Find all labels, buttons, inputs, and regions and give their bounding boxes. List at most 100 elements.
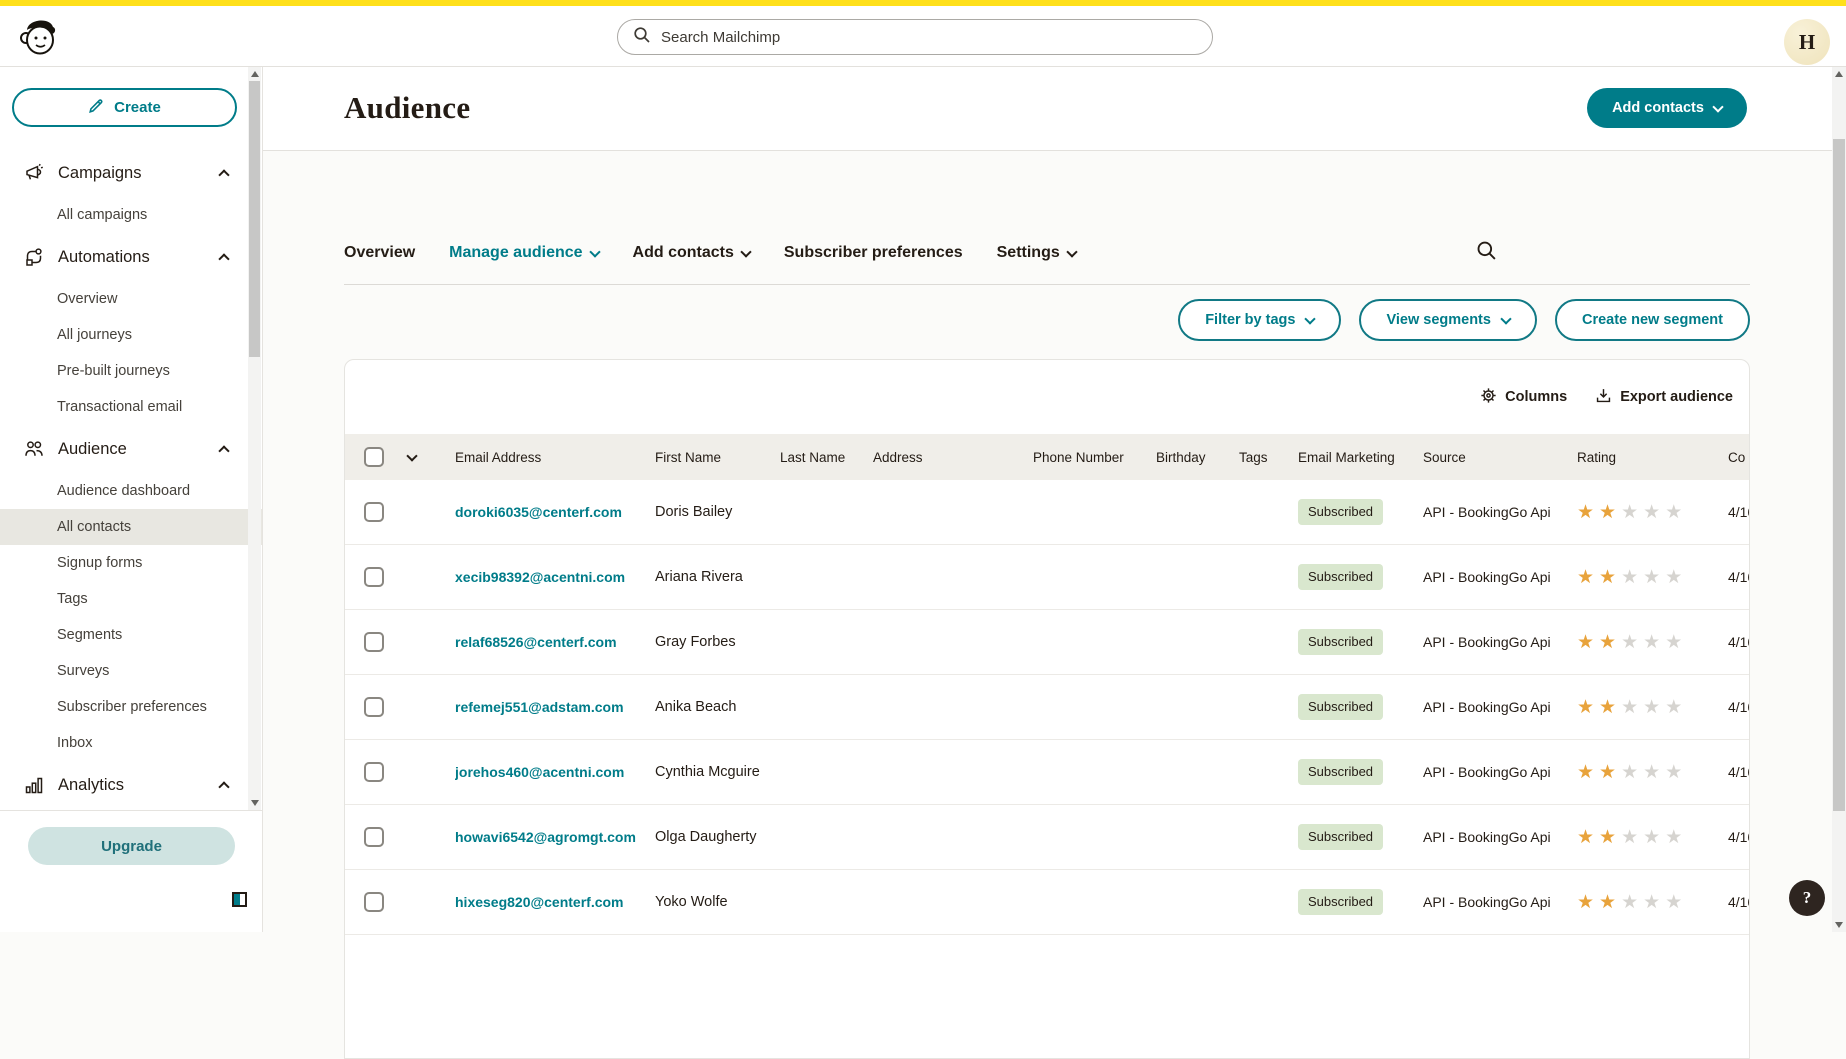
star-empty-icon: ★ [1621, 762, 1643, 783]
row-checkbox[interactable] [364, 827, 384, 847]
sidebar-subitem-label: Segments [57, 627, 122, 643]
row-checkbox[interactable] [364, 762, 384, 782]
sidebar-subitem-label: Signup forms [57, 555, 142, 571]
table-row[interactable]: jorehos460@acentni.com Cynthia Mcguire S… [345, 740, 1749, 805]
email-link[interactable]: doroki6035@centerf.com [455, 504, 622, 520]
column-header[interactable]: Email Marketing [1298, 450, 1423, 465]
filter-button[interactable]: Create new segment [1555, 299, 1750, 341]
upgrade-button[interactable]: Upgrade [28, 827, 235, 865]
sidebar-subitem[interactable]: All journeys [0, 317, 262, 353]
scroll-down-arrow[interactable] [248, 797, 261, 809]
email-link[interactable]: xecib98392@acentni.com [455, 569, 625, 585]
sidebar-item-campaigns[interactable]: Campaigns [0, 149, 262, 197]
row-checkbox[interactable] [364, 567, 384, 587]
table-row[interactable]: howavi6542@agromgt.com Olga Daugherty Su… [345, 805, 1749, 870]
sidebar-subitem[interactable]: All contacts [0, 509, 262, 545]
export-audience-button[interactable]: Export audience [1595, 387, 1733, 408]
filter-button[interactable]: Filter by tags [1178, 299, 1341, 341]
scroll-up-arrow[interactable] [1832, 68, 1846, 80]
sidebar-subitem-label: Pre-built journeys [57, 363, 170, 379]
email-link[interactable]: hixeseg820@centerf.com [455, 894, 624, 910]
sidebar-item-analytics[interactable]: Analytics [0, 761, 262, 809]
column-header[interactable]: Rating [1577, 450, 1728, 465]
tab[interactable]: Settings [997, 244, 1076, 262]
tab[interactable]: Overview [344, 244, 415, 262]
sidebar-subitem-label: All contacts [57, 519, 131, 535]
table-row[interactable]: refemej551@adstam.com Anika Beach Subscr… [345, 675, 1749, 740]
column-header[interactable]: Email Address [455, 450, 655, 465]
row-checkbox[interactable] [364, 632, 384, 652]
star-filled-icon: ★ [1577, 762, 1599, 783]
row-checkbox[interactable] [364, 502, 384, 522]
column-header[interactable]: Birthday [1156, 450, 1239, 465]
table-row[interactable]: doroki6035@centerf.com Doris Bailey Subs… [345, 480, 1749, 545]
filter-button[interactable]: View segments [1359, 299, 1537, 341]
cell-source: API - BookingGo Api [1423, 829, 1577, 845]
column-header[interactable]: Address [873, 450, 1033, 465]
sidebar-item-automations[interactable]: Automations [0, 233, 262, 281]
page-scrollbar[interactable] [1832, 67, 1846, 932]
cell-rating: ★★★★★ [1577, 501, 1728, 524]
cell-rating: ★★★★★ [1577, 826, 1728, 849]
star-empty-icon: ★ [1665, 827, 1687, 848]
email-link[interactable]: howavi6542@agromgt.com [455, 829, 636, 845]
avatar[interactable]: H [1784, 19, 1830, 65]
table-search-button[interactable] [1476, 240, 1497, 261]
sidebar-item-audience[interactable]: Audience [0, 425, 262, 473]
row-cells: refemej551@adstam.com Anika Beach Subscr… [455, 694, 1749, 720]
collapse-sidebar-icon[interactable] [232, 892, 247, 907]
column-header[interactable]: First Name [655, 450, 780, 465]
tab[interactable]: Manage audience [449, 244, 598, 262]
column-header[interactable]: Phone Number [1033, 450, 1156, 465]
table-row[interactable]: relaf68526@centerf.com Gray Forbes Subsc… [345, 610, 1749, 675]
mailchimp-logo[interactable] [16, 13, 58, 62]
table-row[interactable]: xecib98392@acentni.com Ariana Rivera Sub… [345, 545, 1749, 610]
search-input[interactable] [661, 29, 1197, 46]
sidebar-subitem[interactable]: Signup forms [0, 545, 262, 581]
column-header[interactable]: Co [1728, 450, 1750, 465]
add-contacts-button[interactable]: Add contacts [1587, 88, 1747, 128]
scroll-down-arrow[interactable] [1832, 919, 1846, 931]
table-row[interactable]: hixeseg820@centerf.com Yoko Wolfe Subscr… [345, 870, 1749, 935]
sidebar-scrollbar-thumb[interactable] [249, 81, 260, 357]
tab[interactable]: Add contacts [633, 244, 750, 262]
page-scrollbar-thumb[interactable] [1833, 139, 1845, 811]
cell-rating: ★★★★★ [1577, 891, 1728, 914]
chevron-down-icon [1500, 313, 1511, 324]
column-header[interactable]: Last Name [780, 450, 873, 465]
row-lead [345, 827, 455, 847]
status-badge: Subscribed [1298, 889, 1383, 915]
email-link[interactable]: jorehos460@acentni.com [455, 764, 624, 780]
row-lead [345, 697, 455, 717]
email-link[interactable]: relaf68526@centerf.com [455, 634, 617, 650]
sidebar-subitem[interactable]: Segments [0, 617, 262, 653]
columns-button[interactable]: Columns [1480, 387, 1567, 408]
row-cells: hixeseg820@centerf.com Yoko Wolfe Subscr… [455, 889, 1749, 915]
email-link[interactable]: refemej551@adstam.com [455, 699, 624, 715]
select-all-checkbox[interactable] [364, 447, 384, 467]
cell-source: API - BookingGo Api [1423, 569, 1577, 585]
sidebar-subitem[interactable]: Transactional email [0, 389, 262, 425]
create-button[interactable]: Create [12, 88, 237, 127]
tab[interactable]: Subscriber preferences [784, 244, 963, 262]
sidebar-subitem[interactable]: Overview [0, 281, 262, 317]
filter-button-label: Filter by tags [1205, 312, 1295, 328]
row-checkbox[interactable] [364, 697, 384, 717]
sidebar-subitem[interactable]: Surveys [0, 653, 262, 689]
select-options-chevron-icon[interactable] [406, 450, 417, 461]
download-icon [1595, 387, 1612, 408]
sidebar-subitem[interactable]: Inbox [0, 725, 262, 761]
export-audience-label: Export audience [1620, 389, 1733, 405]
column-header[interactable]: Source [1423, 450, 1577, 465]
sidebar-subitem[interactable]: Tags [0, 581, 262, 617]
sidebar-subitem[interactable]: All campaigns [0, 197, 262, 233]
column-header[interactable]: Tags [1239, 450, 1298, 465]
sidebar-subitem[interactable]: Audience dashboard [0, 473, 262, 509]
row-checkbox[interactable] [364, 892, 384, 912]
sidebar-scrollbar[interactable] [248, 67, 261, 810]
help-button[interactable]: ? [1789, 880, 1825, 916]
sidebar-subitem[interactable]: Pre-built journeys [0, 353, 262, 389]
star-filled-icon: ★ [1577, 502, 1599, 523]
scroll-up-arrow[interactable] [248, 68, 261, 80]
sidebar-subitem[interactable]: Subscriber preferences [0, 689, 262, 725]
